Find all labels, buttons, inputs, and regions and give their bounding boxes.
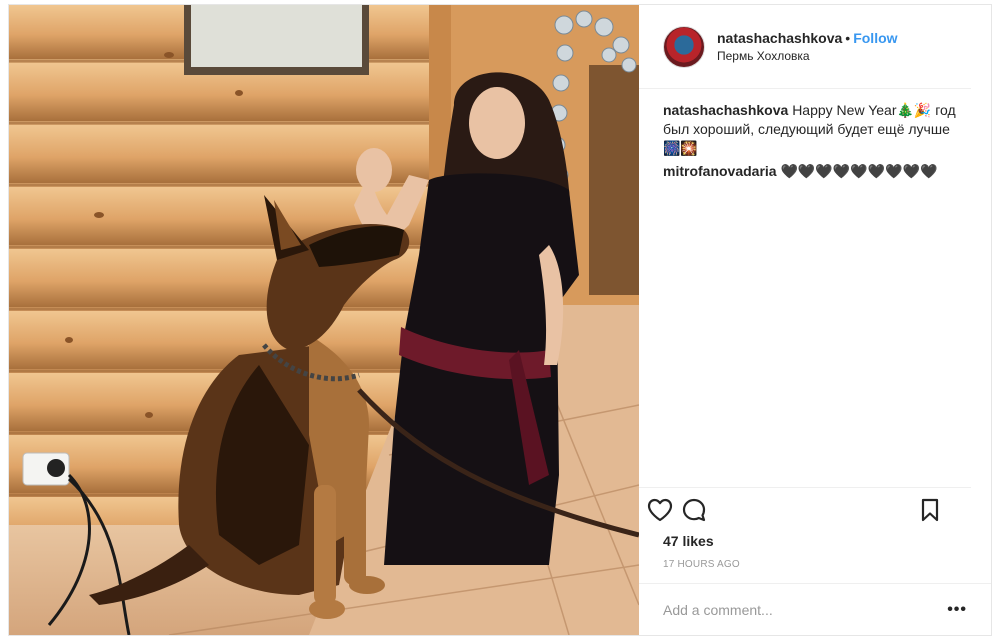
comment-button[interactable] xyxy=(677,493,711,527)
more-options-button[interactable]: ••• xyxy=(947,601,967,619)
post-timestamp: 17 HOURS AGO xyxy=(663,559,740,570)
post-username[interactable]: natashachashkova xyxy=(717,30,842,46)
comments-list: natashachashkova Happy New Year🎄🎉 год бы… xyxy=(639,89,991,487)
comment-item: mitrofanovadaria 🖤🖤🖤🖤🖤🖤🖤🖤🖤 xyxy=(663,162,967,181)
header-row: natashachashkova • Follow xyxy=(717,29,898,48)
comment-text: 🖤🖤🖤🖤🖤🖤🖤🖤🖤 xyxy=(780,163,938,179)
likes-count[interactable]: 47 likes xyxy=(639,531,991,553)
comment-bubble-icon xyxy=(682,498,706,521)
action-bar xyxy=(639,487,971,531)
post-location[interactable]: Пермь Хохловка xyxy=(717,48,898,64)
add-comment-bar: ••• xyxy=(639,583,991,635)
instagram-post: natashachashkova • Follow Пермь Хохловка n… xyxy=(8,4,992,636)
avatar[interactable] xyxy=(663,25,705,68)
save-button[interactable] xyxy=(913,493,947,527)
post-side-panel: natashachashkova • Follow Пермь Хохловка n… xyxy=(639,5,991,635)
post-header: natashachashkova • Follow Пермь Хохловка xyxy=(639,5,971,89)
add-comment-input[interactable] xyxy=(663,601,948,618)
comment-username[interactable]: natashachashkova xyxy=(663,102,788,118)
bookmark-icon xyxy=(921,498,939,521)
header-text: natashachashkova • Follow Пермь Хохловка xyxy=(717,29,898,64)
heart-outline-icon xyxy=(647,498,673,521)
comment-username[interactable]: mitrofanovadaria xyxy=(663,163,777,179)
follow-button[interactable]: Follow xyxy=(853,30,897,46)
comment-item: natashachashkova Happy New Year🎄🎉 год бы… xyxy=(663,101,967,158)
photo-girl-with-dog xyxy=(9,5,639,635)
separator-dot: • xyxy=(845,29,851,46)
like-button[interactable] xyxy=(643,493,677,527)
post-photo[interactable] xyxy=(9,5,639,635)
